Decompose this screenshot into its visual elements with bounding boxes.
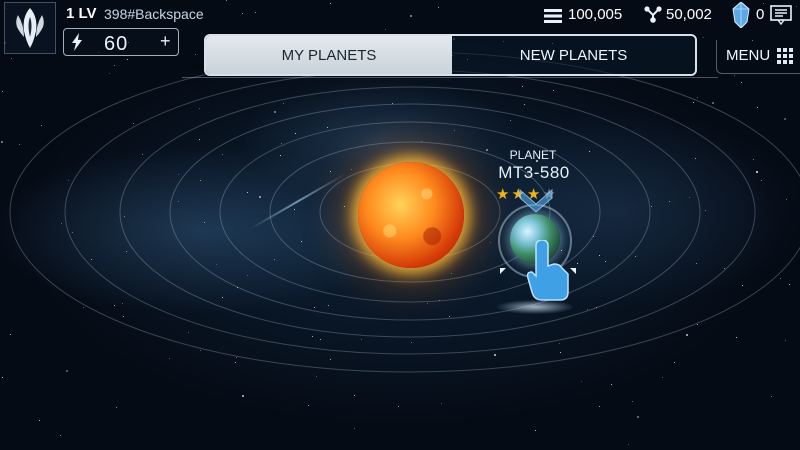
lightning-icon: [72, 33, 82, 51]
parts-value: 50,002: [666, 6, 712, 23]
add-energy-button[interactable]: +: [160, 31, 171, 52]
chevron-down-icon: [519, 188, 553, 213]
molecule-icon: [644, 6, 662, 23]
menu-button[interactable]: MENU: [726, 47, 770, 64]
player-emblem[interactable]: [4, 2, 56, 54]
message-icon[interactable]: [770, 5, 792, 25]
crystals-value: 0: [756, 6, 765, 23]
planet-pedestal: [497, 300, 573, 314]
tab-new-planets[interactable]: NEW PLANETS: [452, 36, 695, 74]
crystal-icon: [732, 2, 750, 28]
planet-code: MT3-580: [498, 163, 570, 182]
tab-my-planets[interactable]: MY PLANETS: [206, 36, 452, 74]
sun[interactable]: [358, 162, 464, 268]
corner-marker-icon: [500, 268, 576, 274]
player-level: 1 LV: [66, 5, 97, 22]
stack-icon: [544, 9, 562, 23]
player-name: 398#Backspace: [104, 6, 204, 22]
alien-emblem-icon: [16, 8, 44, 48]
grid-icon[interactable]: [777, 48, 793, 64]
energy-value: 60: [104, 33, 129, 55]
credits-value: 100,005: [568, 6, 623, 23]
energy-panel: 60 +: [63, 28, 179, 56]
star-filled-icon: ★: [496, 186, 510, 203]
planet-tabs: MY PLANETS NEW PLANETS: [204, 34, 697, 76]
planet-title: PLANET: [509, 148, 557, 162]
